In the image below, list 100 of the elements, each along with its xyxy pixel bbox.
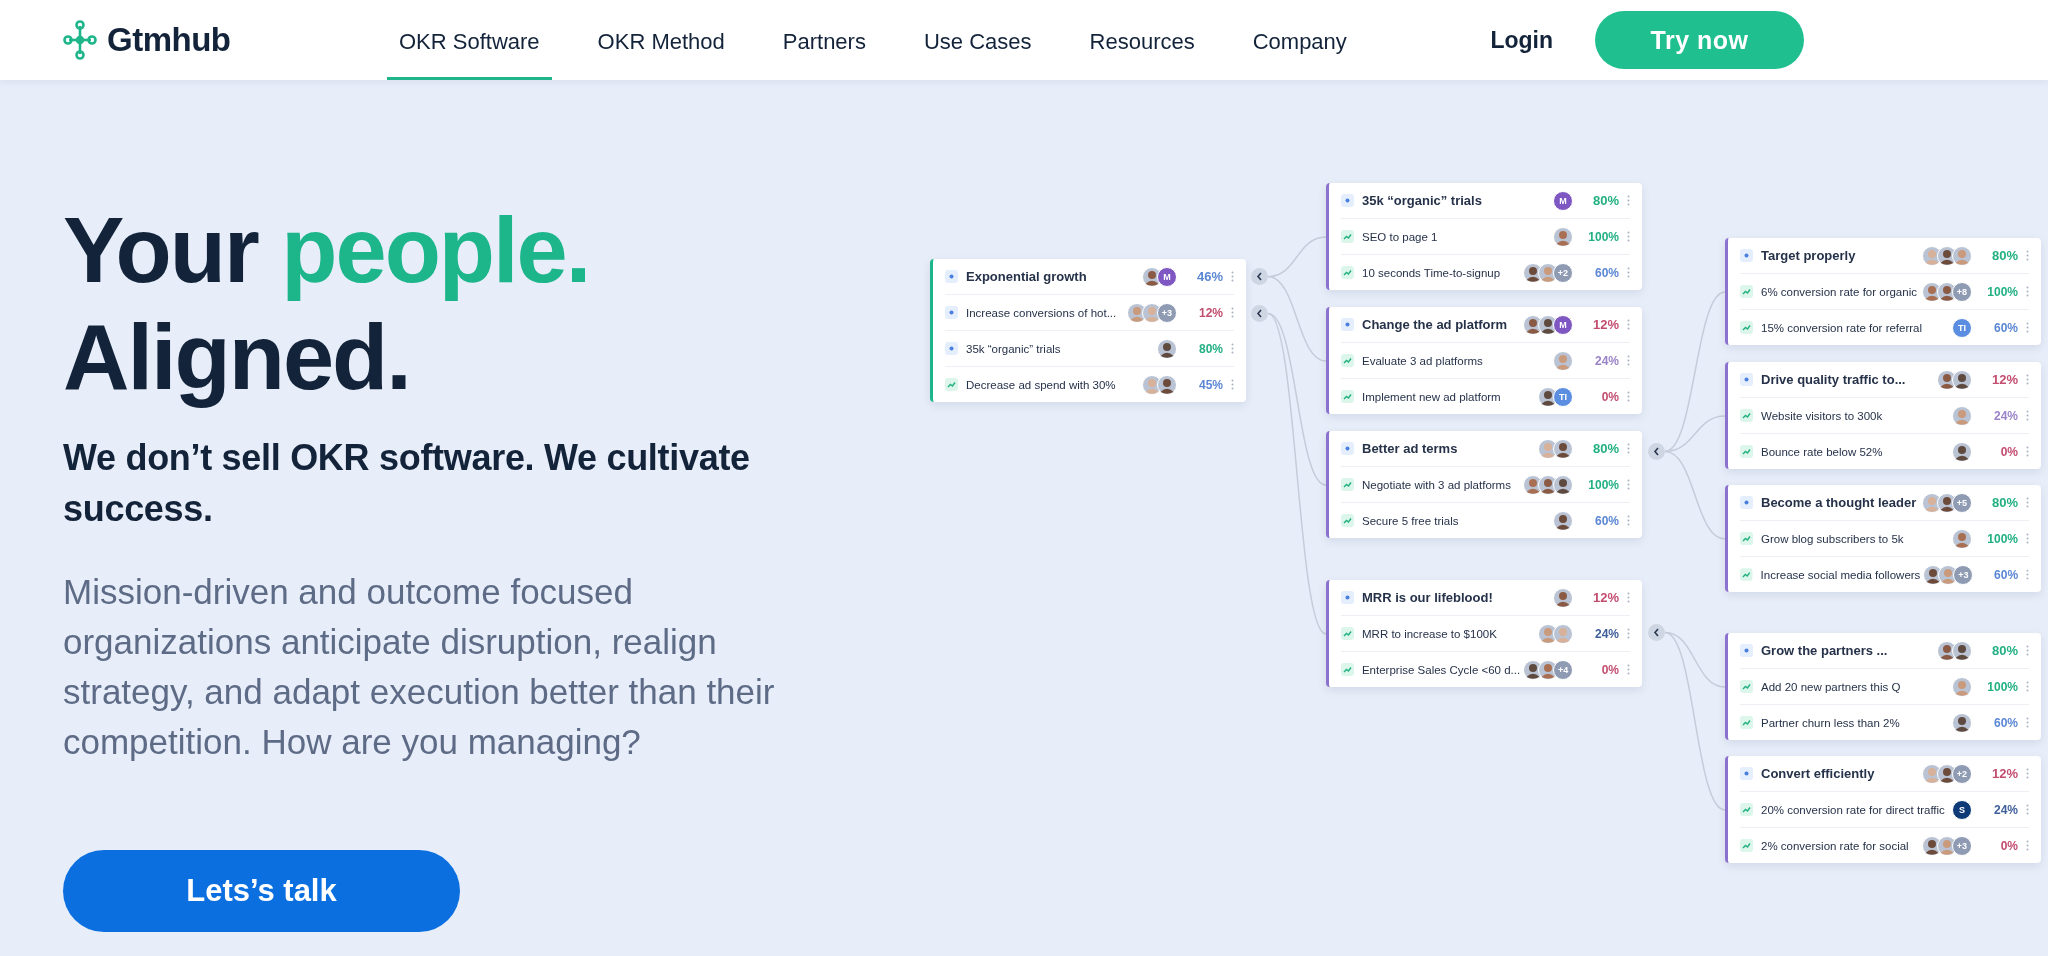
more-icon[interactable] — [1231, 343, 1234, 354]
progress-percent: 24% — [1992, 802, 2018, 817]
more-icon[interactable] — [2026, 446, 2029, 457]
objective-title: Convert efficiently — [1761, 766, 1876, 781]
person-avatar-icon — [1952, 676, 1972, 697]
person-avatar-icon — [1553, 474, 1573, 495]
trend-icon — [1740, 409, 1753, 422]
more-icon[interactable] — [1231, 379, 1234, 390]
hero-description: Mission-driven and outcome focused organizations anticipate disruption, realign strategy, and adapt execution better than their competition. How are you managing? — [63, 571, 776, 763]
logo-text[interactable]: Gtmhub — [107, 21, 231, 59]
objective-title: MRR is our lifeblood! — [1362, 590, 1494, 605]
progress-percent: 0% — [1600, 389, 1619, 404]
trend-icon — [1740, 285, 1753, 298]
objective-icon — [1740, 767, 1753, 780]
more-icon[interactable] — [2026, 681, 2029, 692]
person-avatar-icon — [1952, 245, 1972, 266]
collapse-button[interactable] — [1251, 268, 1268, 285]
more-icon[interactable] — [2026, 374, 2029, 385]
trend-icon — [945, 378, 958, 391]
progress-percent: 24% — [1593, 626, 1619, 641]
nav-link[interactable]: OKR Software — [387, 0, 552, 80]
nav-link[interactable]: Company — [1240, 0, 1359, 80]
more-icon[interactable] — [1231, 307, 1234, 318]
key-result-title: Add 20 new partners this Q — [1761, 680, 1902, 693]
more-icon[interactable] — [2026, 768, 2029, 779]
more-icon[interactable] — [2026, 717, 2029, 728]
more-icon[interactable] — [1627, 391, 1630, 402]
key-result-title: 20% conversion rate for direct traffic — [1761, 803, 1946, 816]
more-icon[interactable] — [2026, 533, 2029, 544]
hero-headline: Your people. Aligned. — [63, 198, 591, 410]
objective-title: 35k “organic” trials — [1362, 193, 1483, 208]
extra-people-count: +3 — [1157, 302, 1177, 323]
nav-link[interactable]: Resources — [1077, 0, 1207, 80]
key-result-title: 2% conversion rate for social — [1761, 839, 1910, 852]
key-result-title: Implement new ad platform — [1362, 390, 1502, 403]
objective-title: Become a thought leader — [1761, 495, 1918, 510]
collapse-button[interactable] — [1648, 624, 1665, 641]
progress-percent: 100% — [1587, 229, 1619, 244]
objective-title: Target properly — [1761, 248, 1857, 263]
collapse-button[interactable] — [1648, 443, 1665, 460]
key-result-title: MRR to increase to $100K — [1362, 627, 1498, 640]
trend-icon — [1740, 532, 1753, 545]
progress-percent: 100% — [1986, 531, 2018, 546]
more-icon[interactable] — [1627, 355, 1630, 366]
more-icon[interactable] — [1627, 267, 1630, 278]
progress-percent: 80% — [1197, 341, 1223, 356]
more-icon[interactable] — [2026, 286, 2029, 297]
more-icon[interactable] — [2026, 645, 2029, 656]
trend-icon — [1341, 663, 1354, 676]
progress-percent: 0% — [1999, 444, 2018, 459]
objective-title: Increase conversions of hot... — [966, 306, 1118, 319]
login-link[interactable]: Login — [1490, 26, 1553, 54]
more-icon[interactable] — [1627, 628, 1630, 639]
more-icon[interactable] — [1627, 664, 1630, 675]
more-icon[interactable] — [2026, 804, 2029, 815]
logo-icon — [63, 20, 97, 60]
objective-icon — [1341, 318, 1354, 331]
trend-icon — [1341, 390, 1354, 403]
nav-link[interactable]: OKR Method — [585, 0, 737, 80]
more-icon[interactable] — [2026, 569, 2029, 580]
progress-percent: 80% — [1990, 643, 2018, 658]
more-icon[interactable] — [1231, 271, 1234, 282]
more-icon[interactable] — [1627, 319, 1630, 330]
person-avatar-icon — [1157, 338, 1177, 359]
progress-percent: 60% — [1992, 320, 2018, 335]
more-icon[interactable] — [2026, 497, 2029, 508]
lets-talk-button[interactable]: Lets’s talk — [63, 850, 460, 932]
more-icon[interactable] — [1627, 195, 1630, 206]
nav-link[interactable]: Use Cases — [911, 0, 1044, 80]
chevron-left-icon — [1256, 309, 1263, 318]
objective-icon — [1740, 644, 1753, 657]
objective-icon — [1341, 591, 1354, 604]
objective-title: Better ad terms — [1362, 441, 1459, 456]
hero-subheading: We don’t sell OKR software. We cultivate success. — [63, 436, 751, 531]
progress-percent: 80% — [1990, 495, 2018, 510]
trend-icon — [1740, 568, 1753, 581]
more-icon[interactable] — [2026, 840, 2029, 851]
more-icon[interactable] — [1627, 443, 1630, 454]
trend-icon — [1740, 803, 1753, 816]
more-icon[interactable] — [2026, 250, 2029, 261]
more-icon[interactable] — [2026, 410, 2029, 421]
person-avatar-icon — [1952, 405, 1972, 426]
extra-people-count: +8 — [1952, 281, 1972, 302]
initials-avatar: TI — [1952, 317, 1972, 338]
nav-link[interactable]: Partners — [770, 0, 878, 80]
more-icon[interactable] — [2026, 322, 2029, 333]
objective-title: 35k “organic” trials — [966, 342, 1062, 355]
more-icon[interactable] — [1627, 515, 1630, 526]
progress-percent: 60% — [1993, 567, 2019, 582]
person-avatar-icon — [1952, 712, 1972, 733]
key-result-title: Enterprise Sales Cycle <60 d... — [1361, 663, 1521, 676]
trend-icon — [1740, 321, 1753, 334]
collapse-button[interactable] — [1251, 305, 1268, 322]
more-icon[interactable] — [1627, 231, 1630, 242]
initials-avatar: M — [1157, 266, 1177, 287]
more-icon[interactable] — [1627, 592, 1630, 603]
initials-avatar: TI — [1553, 386, 1573, 407]
extra-people-count: +3 — [1952, 835, 1972, 856]
more-icon[interactable] — [1627, 479, 1630, 490]
person-avatar-icon — [1553, 438, 1573, 459]
